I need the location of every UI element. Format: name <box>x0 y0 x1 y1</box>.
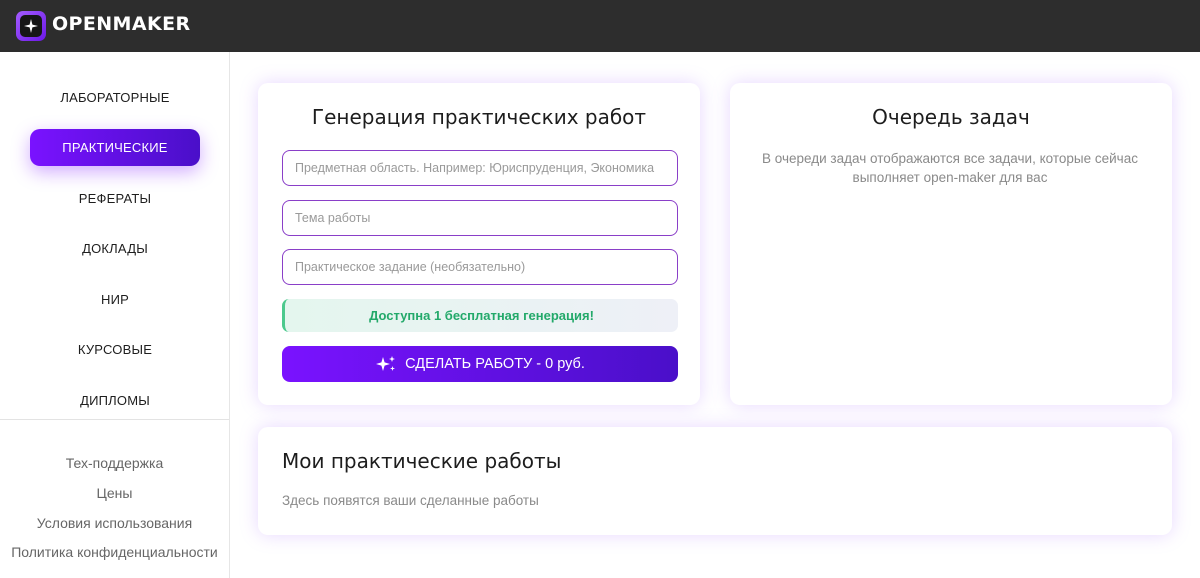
generator-title: Генерация практических работ <box>311 105 647 129</box>
sidebar-item-diplomas[interactable]: ДИПЛОМЫ <box>30 382 200 419</box>
sidebar-item-coursework[interactable]: КУРСОВЫЕ <box>30 331 200 368</box>
free-generation-notice: Доступна 1 бесплатная генерация! <box>282 299 678 332</box>
make-work-button[interactable]: СДЕЛАТЬ РАБОТУ - 0 руб. <box>282 346 678 382</box>
subject-input[interactable] <box>282 150 678 186</box>
sparkles-icon <box>375 355 397 373</box>
sidebar: ЛАБОРАТОРНЫЕ ПРАКТИЧЕСКИЕ РЕФЕРАТЫ ДОКЛА… <box>0 52 230 578</box>
generator-card: Генерация практических работ Доступна 1 … <box>258 83 700 405</box>
terms-link[interactable]: Условия использования <box>0 515 229 531</box>
my-works-empty-text: Здесь появятся ваши сделанные работы <box>282 493 539 508</box>
sidebar-item-research[interactable]: НИР <box>30 281 200 318</box>
queue-card: Очередь задач В очереди задач отображают… <box>730 83 1172 405</box>
task-input[interactable] <box>282 249 678 285</box>
pricing-link[interactable]: Цены <box>0 485 229 501</box>
brand-name[interactable]: OPENMAKER <box>52 13 191 35</box>
my-works-card: Мои практические работы Здесь появятся в… <box>258 427 1172 535</box>
sidebar-divider <box>0 419 229 420</box>
queue-title: Очередь задач <box>872 105 1030 129</box>
sidebar-item-essays[interactable]: РЕФЕРАТЫ <box>30 180 200 217</box>
my-works-title: Мои практические работы <box>282 449 562 473</box>
top-bar: OPENMAKER <box>0 0 1200 52</box>
sidebar-item-labs[interactable]: ЛАБОРАТОРНЫЕ <box>30 79 200 116</box>
privacy-link[interactable]: Политика конфиденциальности <box>0 544 229 560</box>
make-work-button-label: СДЕЛАТЬ РАБОТУ - 0 руб. <box>405 356 585 372</box>
support-link[interactable]: Тех-поддержка <box>0 455 229 471</box>
logo-icon[interactable] <box>16 11 46 41</box>
sidebar-item-practical[interactable]: ПРАКТИЧЕСКИЕ <box>30 129 200 166</box>
topic-input[interactable] <box>282 200 678 236</box>
queue-description: В очереди задач отображаются все задачи,… <box>762 151 1138 185</box>
sidebar-item-reports[interactable]: ДОКЛАДЫ <box>30 230 200 267</box>
